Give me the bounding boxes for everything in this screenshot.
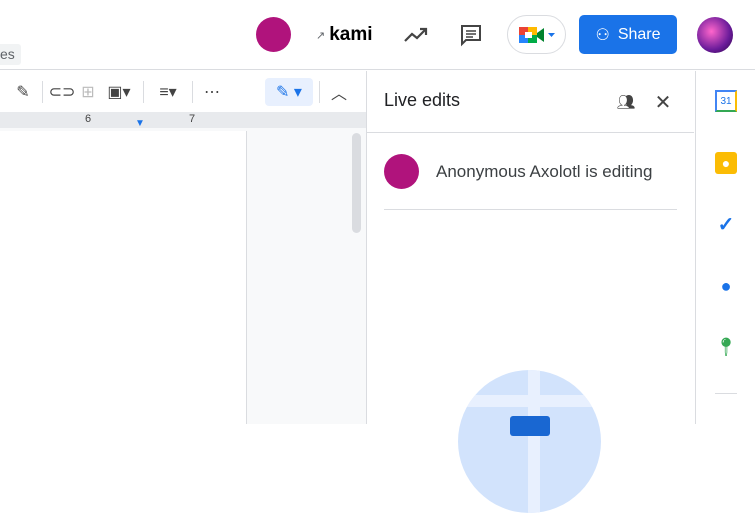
kami-avatar[interactable] <box>256 17 291 52</box>
kami-link[interactable]: ↗ kami <box>316 24 373 46</box>
divider <box>367 132 694 133</box>
user-avatar[interactable] <box>697 17 733 53</box>
comment-icon[interactable] <box>458 22 484 48</box>
collapse-chevron-up-icon[interactable]: ︿ <box>326 78 352 106</box>
divider <box>715 393 737 394</box>
scrollbar[interactable] <box>352 133 361 233</box>
maps-icon[interactable]: 📍︎ <box>715 336 738 358</box>
link-icon[interactable]: ⊂⊃ <box>49 78 76 106</box>
activity-trend-icon[interactable] <box>402 22 430 48</box>
side-panel <box>695 71 755 424</box>
ruler[interactable]: 6 7 ▼ <box>0 112 366 129</box>
share-label: Share <box>617 25 661 43</box>
editing-mode-button[interactable]: ✎ ▾ <box>265 77 313 106</box>
ruler-mark: 7 <box>189 113 196 125</box>
calendar-icon[interactable]: 31 <box>715 90 737 112</box>
divider <box>42 80 43 103</box>
editor-status: Anonymous Axolotl is editing <box>436 162 653 181</box>
add-comment-icon[interactable]: ⊞ <box>75 78 101 106</box>
meet-button[interactable] <box>507 15 566 54</box>
document-page[interactable] <box>0 131 247 424</box>
ruler-mark: 6 <box>85 113 92 125</box>
highlighter-icon[interactable]: ✎ <box>10 78 36 106</box>
editor-avatar <box>384 154 419 189</box>
divider <box>192 80 193 103</box>
tasks-icon[interactable]: ✓ <box>715 213 737 236</box>
close-icon[interactable]: ✕ <box>653 91 673 114</box>
contacts-icon[interactable]: ● <box>715 275 737 297</box>
kami-label: kami <box>329 24 373 45</box>
people-icon[interactable]: 👥︎ <box>615 92 637 112</box>
illustration <box>458 370 601 513</box>
panel-title: Live edits <box>384 90 461 110</box>
divider <box>143 80 144 103</box>
share-button[interactable]: ⚇ Share <box>579 15 677 54</box>
insert-image-icon[interactable]: ▣▾ <box>101 78 137 106</box>
divider <box>384 209 677 210</box>
share-lock-icon: ⚇ <box>595 26 610 44</box>
align-icon[interactable]: ≡▾ <box>150 78 186 106</box>
external-link-icon: ↗ <box>316 29 326 42</box>
keep-icon[interactable]: ● <box>715 152 737 174</box>
menu-fragment[interactable]: es <box>0 44 21 65</box>
calendar-day: 31 <box>720 95 732 107</box>
divider <box>319 80 320 103</box>
more-icon[interactable]: ⋯ <box>199 78 225 106</box>
toolbar: ✎ ⊂⊃ ⊞ ▣▾ ≡▾ ⋯ ✎ ▾ ︿ <box>0 71 366 112</box>
